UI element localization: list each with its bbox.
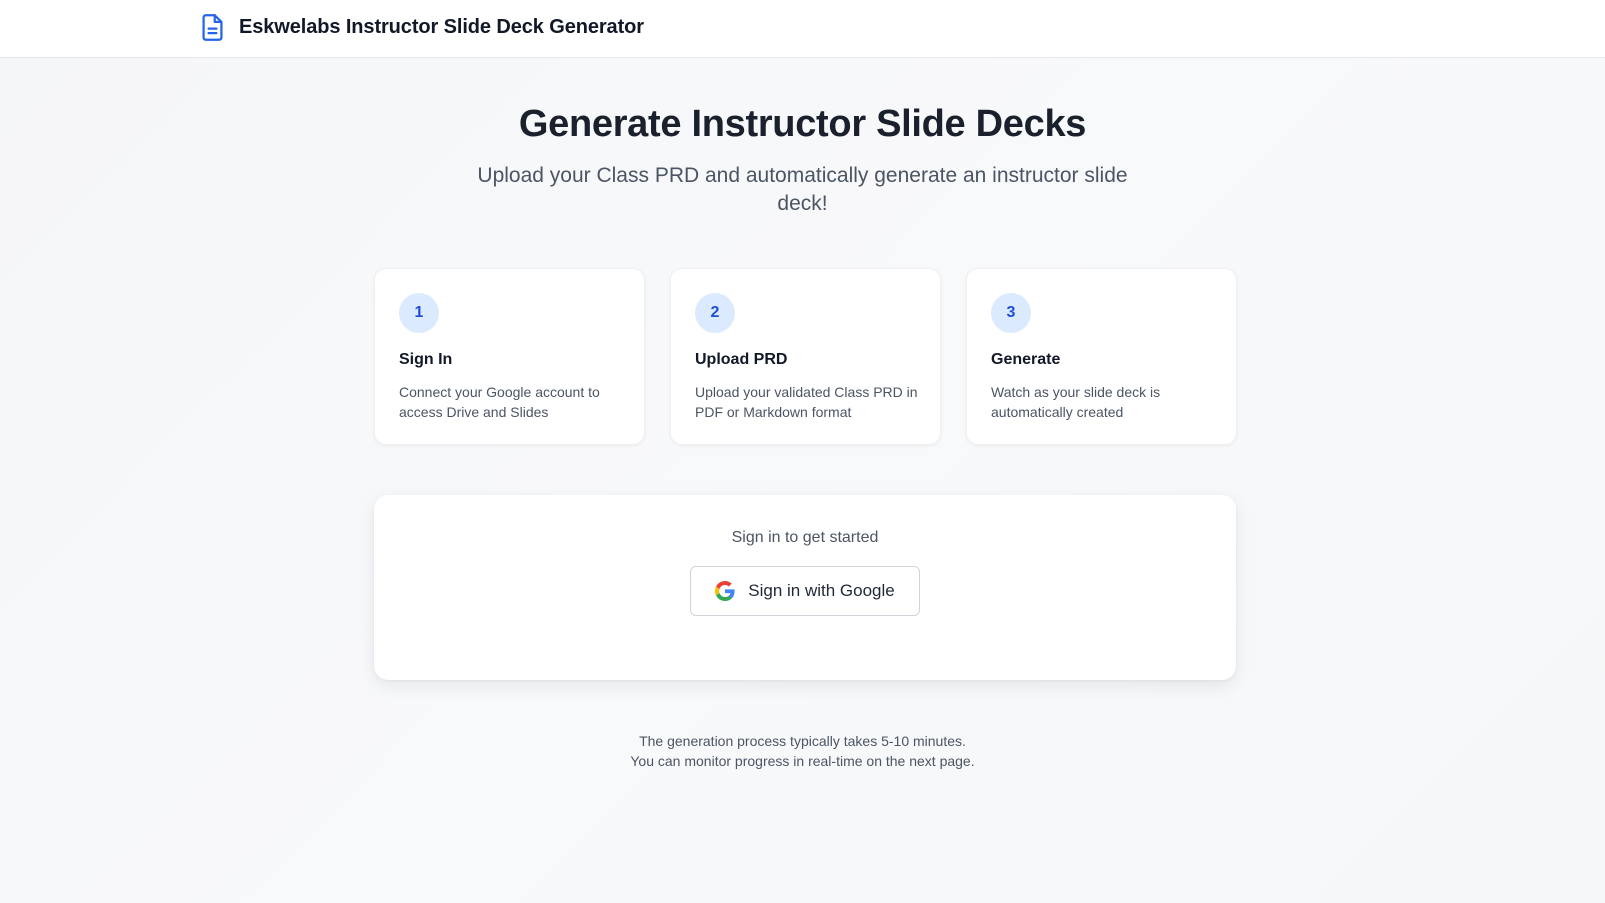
step-card-generate: 3 Generate Watch as your slide deck is a… — [966, 268, 1237, 445]
step-card-sign-in: 1 Sign In Connect your Google account to… — [374, 268, 645, 445]
step-number-badge: 2 — [695, 293, 735, 333]
signin-prompt: Sign in to get started — [731, 529, 879, 546]
top-navbar: Eskwelabs Instructor Slide Deck Generato… — [0, 0, 1605, 58]
step-title: Sign In — [399, 351, 453, 368]
step-title: Generate — [991, 351, 1061, 368]
page-title: Generate Instructor Slide Decks — [518, 103, 1087, 145]
brand: Eskwelabs Instructor Slide Deck Generato… — [199, 12, 644, 42]
google-g-icon — [715, 581, 735, 601]
document-icon — [199, 13, 226, 42]
step-number-badge: 3 — [991, 293, 1031, 333]
step-number-badge: 1 — [399, 293, 439, 333]
footer-note-line: The generation process typically takes 5… — [639, 733, 966, 749]
step-title: Upload PRD — [695, 351, 788, 368]
signin-card: Sign in to get started Sign in with Goog… — [374, 495, 1236, 680]
step-description: Watch as your slide deck is automaticall… — [991, 384, 1161, 420]
app-title: Eskwelabs Instructor Slide Deck Generato… — [239, 15, 644, 38]
step-description: Upload your validated Class PRD in PDF o… — [695, 384, 918, 420]
footer-note-line: You can monitor progress in real-time on… — [630, 753, 975, 769]
page-subtitle: Upload your Class PRD and automatically … — [477, 164, 1128, 215]
sign-in-button-label: Sign in with Google — [748, 581, 895, 600]
step-description: Connect your Google account to access Dr… — [399, 384, 600, 420]
footer-note: The generation process typically takes 5… — [0, 731, 1605, 771]
sign-in-with-google-button[interactable]: Sign in with Google — [690, 566, 920, 616]
step-card-upload-prd: 2 Upload PRD Upload your validated Class… — [670, 268, 941, 445]
